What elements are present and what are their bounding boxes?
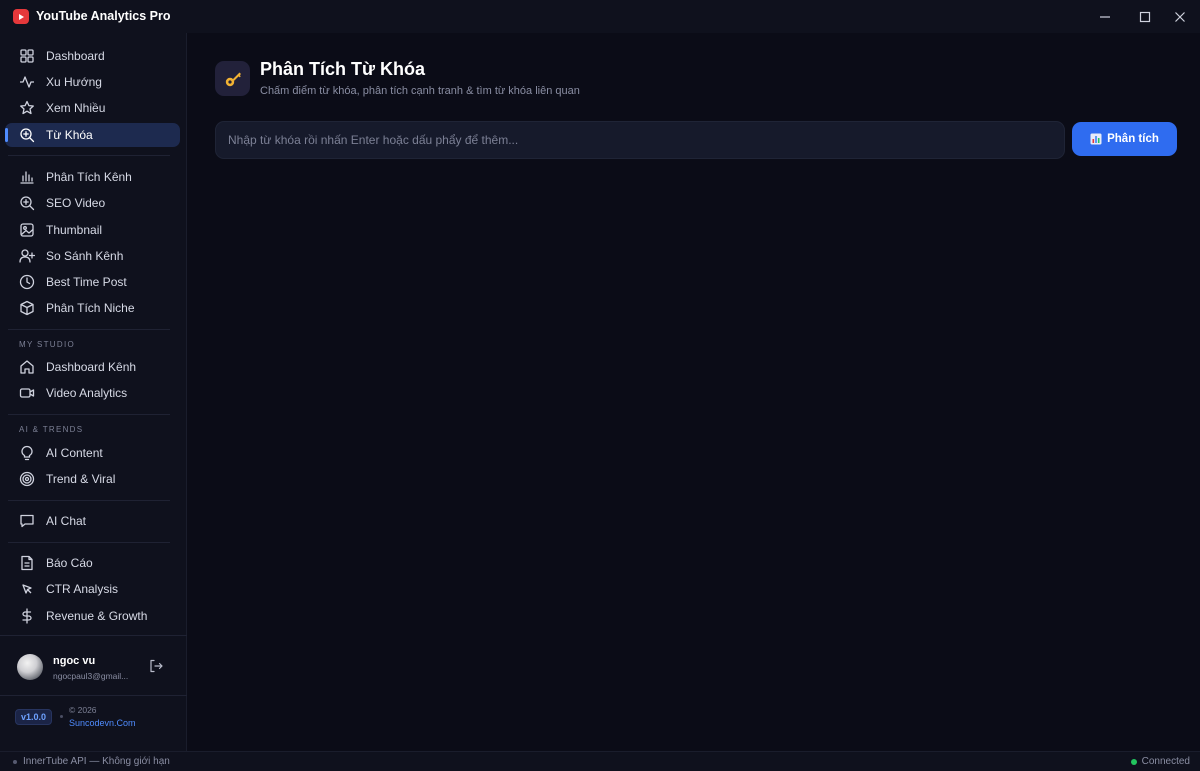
bulb-icon [18,444,36,462]
sidebar-item-ai-content[interactable]: AI Content [5,441,180,465]
bar-chart-icon [18,168,36,186]
maximize-icon [1139,11,1151,22]
close-icon [1175,11,1185,22]
status-api: InnerTube API — Không giới hạn [13,756,170,767]
home-icon [18,358,36,376]
sidebar-item-label: Best Time Post [46,275,127,289]
sidebar-item-ai-chat[interactable]: AI Chat [5,509,180,533]
status-bar: InnerTube API — Không giới hạn Connected [0,751,1200,771]
sidebar-item-niche-analysis[interactable]: Phân Tích Niche [5,296,180,320]
sidebar-item-label: SEO Video [46,196,106,210]
sidebar-item-video-analytics[interactable]: Video Analytics [5,381,180,405]
title-bar: YouTube Analytics Pro [0,0,1200,33]
zoom-in-icon [18,194,36,212]
sidebar-item-revenue-growth[interactable]: Revenue & Growth [5,604,180,628]
user-name: ngoc vu [53,655,96,667]
cursor-icon [18,580,36,598]
status-connected-text: Connected [1141,756,1190,767]
sidebar-item-ctr-analysis[interactable]: CTR Analysis [5,577,180,601]
search-plus-icon [18,126,36,144]
sidebar-item-label: Trend & Viral [46,472,116,486]
version-badge: v1.0.0 [15,709,53,725]
sidebar-item-label: Thumbnail [46,223,103,237]
user-plus-icon [18,247,36,265]
sidebar-footer: v1.0.0 © 2026 Suncodevn.Com [0,695,187,751]
sidebar-item-label: Revenue & Growth [46,609,148,623]
sidebar-divider [8,329,170,330]
sidebar-item-label: Phân Tích Niche [46,301,135,315]
avatar[interactable] [17,654,43,680]
sidebar-item-label: Xem Nhiều [46,101,106,115]
page-subtitle: Chấm điểm từ khóa, phân tích cạnh tranh … [260,85,580,97]
status-connection: Connected [1130,756,1190,767]
user-profile: ngoc vu ngocpaul3@gmail... [0,635,187,695]
page-title: Phân Tích Từ Khóa [260,59,426,79]
sidebar-item-reports[interactable]: Báo Cáo [5,551,180,575]
target-icon [18,470,36,488]
star-icon [18,99,36,117]
grid-icon [18,47,36,65]
sidebar-item-trend-viral[interactable]: Trend & Viral [5,467,180,491]
logout-button[interactable] [148,658,164,674]
sidebar-item-label: Xu Hướng [46,75,102,89]
status-dot [13,759,17,764]
key-icon [215,61,250,96]
sidebar-item-dashboard[interactable]: Dashboard [5,44,180,68]
separator-dot [60,715,63,718]
sidebar-divider [8,542,170,543]
maximize-button[interactable] [1125,0,1165,33]
status-api-text: InnerTube API — Không giới hạn [23,756,170,767]
analyze-button[interactable]: Phân tích [1072,122,1177,156]
section-title-my-studio: MY STUDIO [19,340,76,349]
clock-icon [18,273,36,291]
sidebar-item-most-viewed[interactable]: Xem Nhiều [5,96,180,120]
chart-icon [1090,133,1102,145]
user-email: ngocpaul3@gmail... [53,671,129,681]
image-icon [18,221,36,239]
copyright-text: © 2026 [69,705,97,715]
app-title: YouTube Analytics Pro [36,9,171,23]
sidebar-item-label: Từ Khóa [46,128,93,142]
close-button[interactable] [1160,0,1200,33]
main-content: Phân Tích Từ Khóa Chấm điểm từ khóa, phâ… [188,33,1200,751]
sidebar-item-label: Video Analytics [46,386,128,400]
site-link[interactable]: Suncodevn.Com [69,718,136,728]
message-icon [18,512,36,530]
analyze-button-label: Phân tích [1107,133,1159,145]
sidebar-divider [8,155,170,156]
sidebar-item-label: Báo Cáo [46,556,93,570]
sidebar-item-label: AI Content [46,446,103,460]
sidebar-item-channel-dashboard[interactable]: Dashboard Kênh [5,355,180,379]
video-icon [18,384,36,402]
section-title-ai-trends: AI & TRENDS [19,425,84,434]
sidebar-item-label: AI Chat [46,514,87,528]
sidebar-item-keywords[interactable]: Từ Khóa [5,123,180,147]
file-text-icon [18,554,36,572]
sidebar-item-trends[interactable]: Xu Hướng [5,70,180,94]
sidebar-item-best-time-post[interactable]: Best Time Post [5,270,180,294]
sidebar-item-seo-video[interactable]: SEO Video [5,191,180,215]
box-icon [18,299,36,317]
sidebar-item-label: Dashboard Kênh [46,360,137,374]
sidebar-item-label: CTR Analysis [46,582,119,596]
sidebar-item-label: Dashboard [46,49,105,63]
app-logo-icon [13,9,29,24]
activity-icon [18,73,36,91]
sidebar-divider [8,414,170,415]
sidebar: Dashboard Xu Hướng Xem Nhiều Từ Khóa Phâ… [0,33,187,751]
connected-dot [1130,758,1137,765]
sidebar-item-channel-analysis[interactable]: Phân Tích Kênh [5,165,180,189]
sidebar-divider [8,500,170,501]
sidebar-item-compare-channels[interactable]: So Sánh Kênh [5,244,180,268]
minimize-icon [1100,15,1110,18]
dollar-icon [18,607,36,625]
minimize-button[interactable] [1085,0,1125,33]
sidebar-item-label: So Sánh Kênh [46,249,124,263]
sidebar-item-label: Phân Tích Kênh [46,170,132,184]
logout-icon [150,659,163,673]
keyword-input[interactable] [215,121,1065,159]
sidebar-item-thumbnail[interactable]: Thumbnail [5,218,180,242]
